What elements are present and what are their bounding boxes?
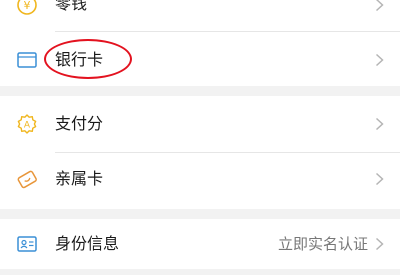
chevron-right-icon xyxy=(375,237,384,251)
row-identity-label: 身份信息 xyxy=(55,234,120,253)
id-card-icon xyxy=(17,236,37,252)
row-change[interactable]: ¥ 零钱 xyxy=(0,0,400,32)
family-card-icon xyxy=(17,170,37,189)
row-pay-score-label: 支付分 xyxy=(55,114,104,133)
chevron-right-icon xyxy=(375,172,384,186)
highlight-circle xyxy=(44,39,132,79)
row-identity[interactable]: 身份信息 立即实名认证 xyxy=(0,219,400,275)
coin-icon: ¥ xyxy=(17,0,37,15)
verify-now-link[interactable]: 立即实名认证 xyxy=(278,234,368,254)
wallet-group-2: A 支付分 亲属卡 xyxy=(0,96,400,209)
row-pay-score[interactable]: A 支付分 xyxy=(0,96,400,152)
svg-text:¥: ¥ xyxy=(24,0,31,12)
row-family-card-label: 亲属卡 xyxy=(55,169,104,188)
wallet-group-3: 身份信息 立即实名认证 xyxy=(0,219,400,269)
bank-card-icon xyxy=(17,52,37,68)
chevron-right-icon xyxy=(375,117,384,131)
row-family-card[interactable]: 亲属卡 xyxy=(0,153,400,209)
row-change-label: 零钱 xyxy=(55,0,88,13)
chevron-right-icon xyxy=(375,53,384,67)
score-icon: A xyxy=(17,114,37,134)
svg-text:A: A xyxy=(24,121,31,131)
chevron-right-icon xyxy=(375,0,384,12)
